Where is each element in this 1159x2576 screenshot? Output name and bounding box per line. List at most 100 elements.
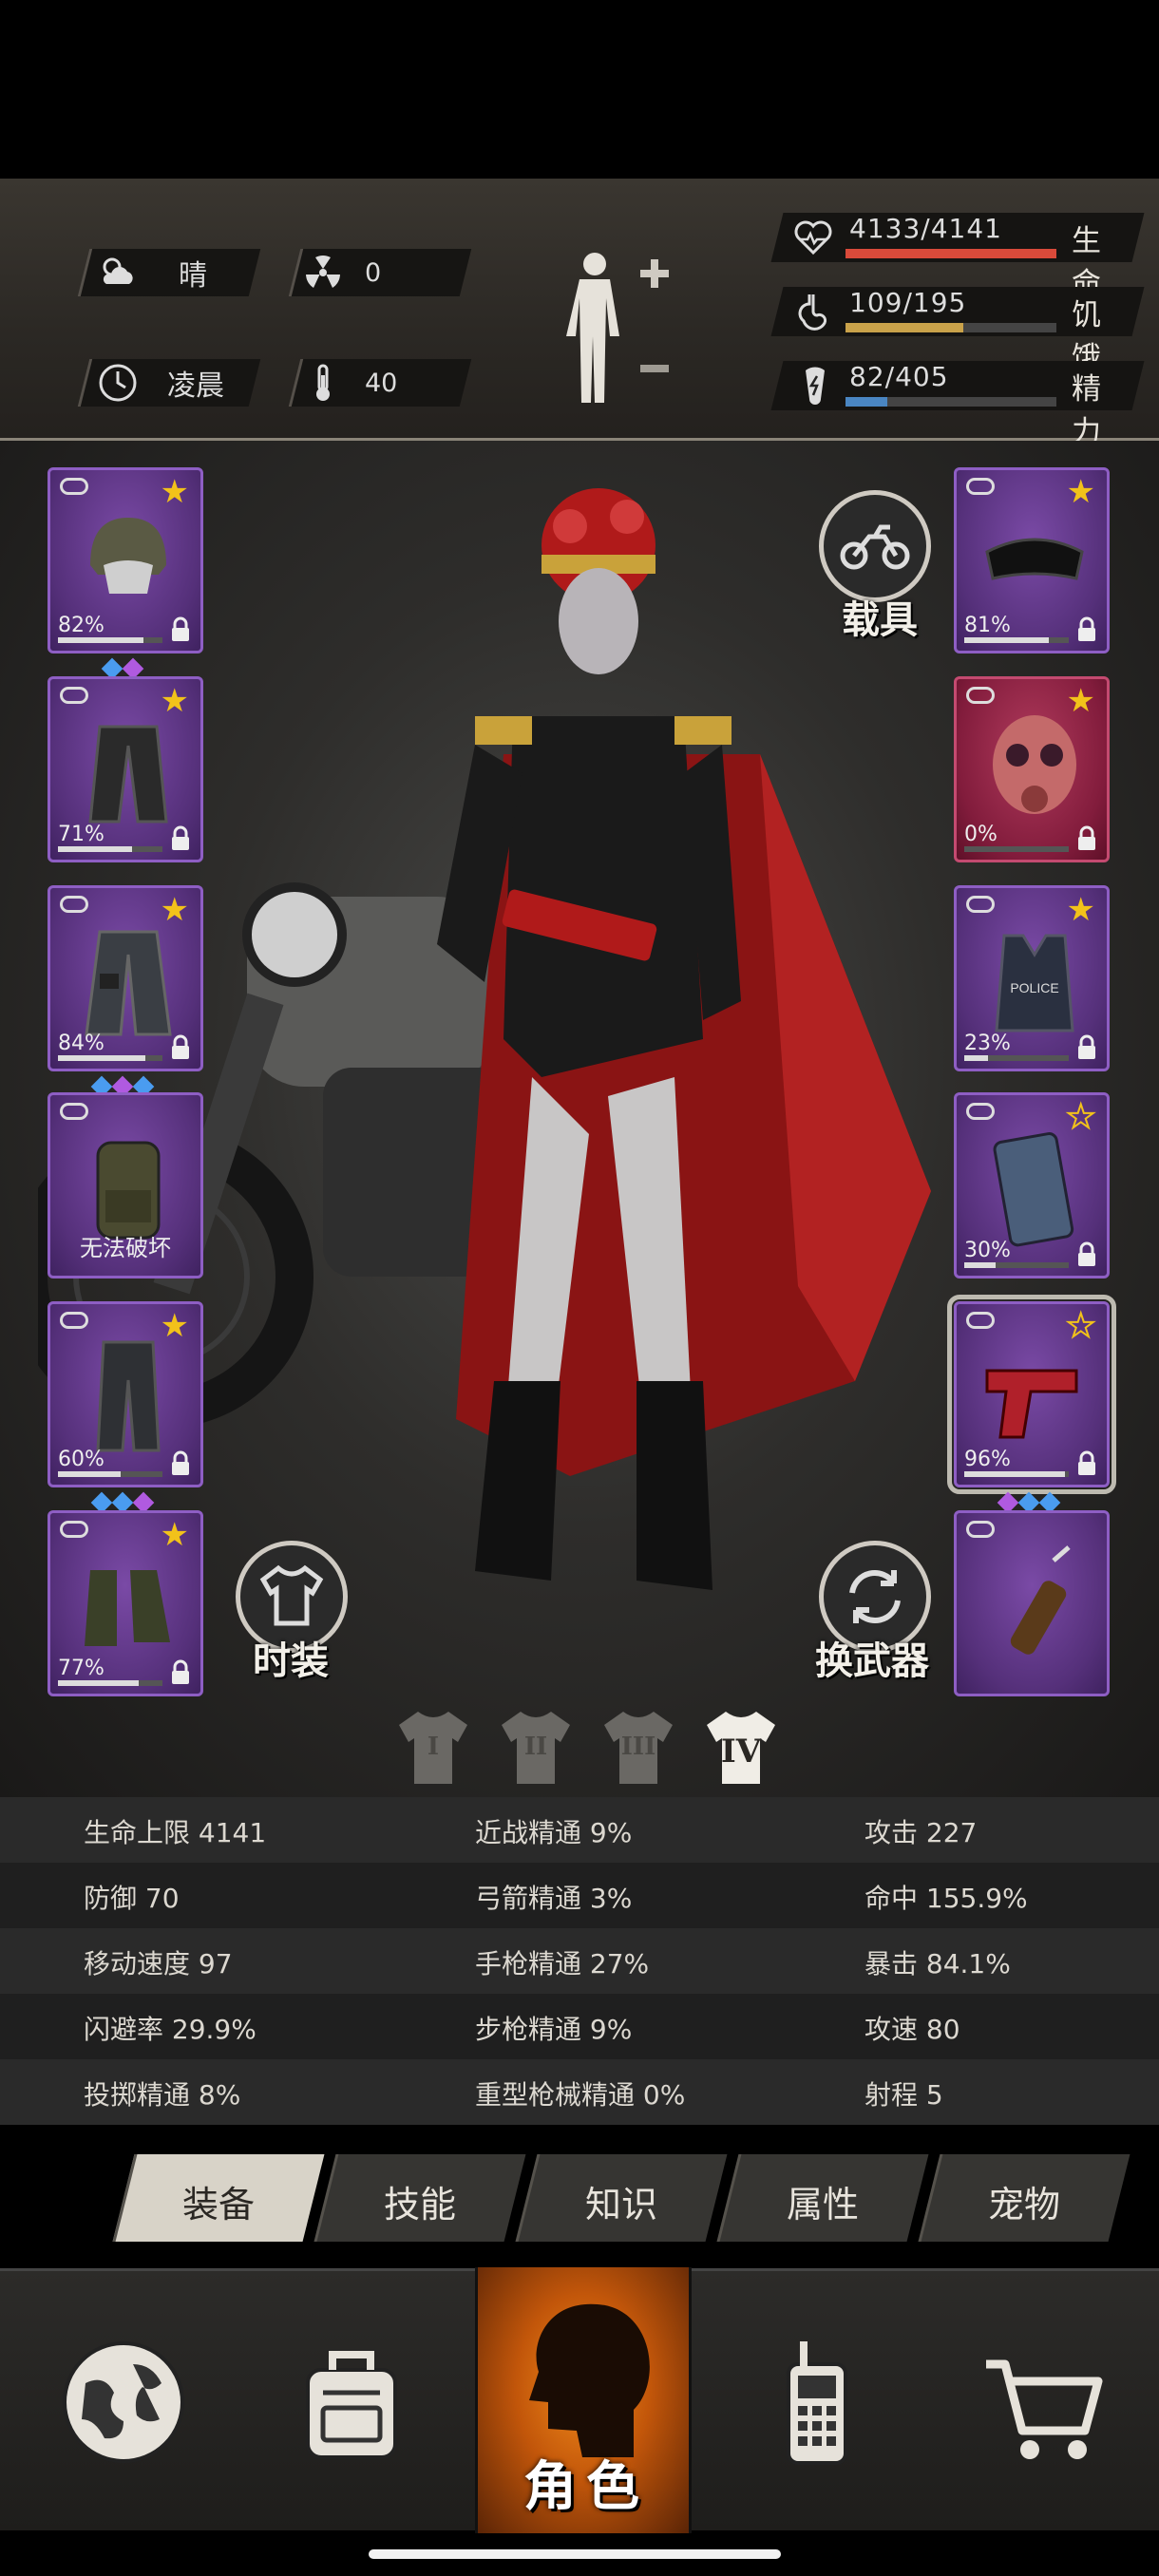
fashion-label: 时装 (253, 1639, 329, 1683)
nav-radio[interactable] (722, 2271, 912, 2533)
durability-bar (58, 1471, 162, 1477)
nav-inventory[interactable] (256, 2271, 446, 2533)
shirt-icon (259, 1564, 324, 1626)
coat-icon (85, 930, 172, 1036)
attribute-cell: 弓箭精通 3% (475, 1883, 633, 1914)
police-vest-icon: POLICE (995, 934, 1074, 1032)
body-condition-button[interactable] (559, 245, 673, 411)
temperature-value: 40 (365, 368, 398, 398)
right-equipment-slot[interactable] (954, 1510, 1110, 1696)
vehicle-label: 载具 (842, 598, 918, 642)
durability-percent: 81% (964, 614, 1011, 637)
outfit-preset-tabs: I II III IV (391, 1704, 783, 1791)
character-view: ★ 82% ★ 71% ★ 84% 无法破坏 ★ 60% ★ 77% ★ 81% ★ 0% ★ POLICE 2… (0, 441, 1159, 1797)
left-slot-gems (90, 1491, 155, 1514)
durability-bar (964, 1055, 1069, 1061)
globe-icon (63, 2341, 184, 2463)
weather-text: 晴 (179, 259, 207, 293)
link-icon (60, 896, 88, 913)
molotov-icon (1010, 1545, 1071, 1655)
health-value: 4133/4141 (849, 213, 1002, 244)
nav-character-label: 角色 (523, 2456, 649, 2518)
right-equipment-slot[interactable]: ★ 0% (954, 676, 1110, 862)
durability-bar (964, 1262, 1069, 1268)
durability-percent: 84% (58, 1032, 104, 1055)
right-equipment-slot[interactable]: ★ POLICE 23% (954, 885, 1110, 1071)
energy-icon (806, 367, 825, 405)
stomach-icon (798, 294, 827, 331)
link-icon (60, 1103, 88, 1120)
swap-icon (849, 1569, 901, 1624)
attribute-cell: 闪避率 29.9% (84, 2014, 256, 2045)
durability-percent: 0% (964, 823, 998, 846)
right-equipment-slot[interactable]: ★ 81% (954, 467, 1110, 653)
durability-bar (58, 846, 162, 852)
energy-fill (846, 397, 888, 407)
left-equipment-slot[interactable]: ★ 77% (48, 1510, 203, 1696)
lock-icon (1078, 1034, 1095, 1059)
clock-icon (99, 364, 137, 402)
outfit-tab-4[interactable]: IV (699, 1704, 783, 1791)
attribute-cell: 生命上限 4141 (84, 1817, 267, 1848)
goggles-icon (985, 538, 1084, 580)
heart-icon (794, 220, 832, 256)
left-equipment-slot[interactable]: ★ 60% (48, 1301, 203, 1487)
attribute-table: 生命上限 4141 近战精通 9% 攻击 227 防御 70 弓箭精通 3% 命中 155… (0, 1797, 1159, 2126)
nav-shop[interactable] (950, 2271, 1140, 2533)
lock-icon (1078, 1241, 1095, 1266)
outfit-tab-2[interactable]: II (494, 1704, 578, 1791)
sub-tab-label: 知识 (584, 2184, 657, 2226)
attribute-row: 生命上限 4141 近战精通 9% 攻击 227 (0, 1797, 1159, 1863)
radiation-indicator: 0 (302, 249, 381, 296)
attribute-cell: 步枪精通 9% (475, 2014, 633, 2045)
attribute-row: 防御 70 弓箭精通 3% 命中 155.9% (0, 1863, 1159, 1928)
right-equipment-slot[interactable]: ★ 30% (954, 1092, 1110, 1279)
nav-character[interactable]: 角色 (475, 2267, 692, 2533)
attribute-row: 投掷精通 8% 重型枪械精通 0% 射程 5 (0, 2059, 1159, 2125)
nav-world-map[interactable] (28, 2271, 218, 2533)
hunger-value: 109/195 (849, 287, 967, 318)
durability-percent: 96% (964, 1448, 1011, 1471)
link-icon (966, 1521, 995, 1538)
radiation-value: 0 (365, 257, 382, 288)
durability-percent: 60% (58, 1448, 104, 1471)
left-equipment-slot[interactable]: ★ 84% (48, 885, 203, 1071)
radiation-icon (306, 256, 340, 288)
energy-value: 82/405 (849, 361, 949, 392)
durability-percent: 82% (58, 614, 104, 637)
character-illustration (437, 488, 931, 1590)
unbreakable-label: 无法破坏 (80, 1235, 171, 1261)
motorcycle-icon (840, 524, 910, 570)
durability-percent: 77% (58, 1657, 104, 1680)
durability-bar (964, 637, 1069, 643)
right-slot-gems (997, 1491, 1061, 1514)
lock-icon (172, 1034, 189, 1059)
link-icon (60, 478, 88, 495)
right-equipment-slot[interactable]: ★ 96% (947, 1295, 1116, 1494)
weather-indicator: 晴 (97, 249, 207, 296)
attribute-cell: 移动速度 97 (84, 1948, 233, 1979)
outfit-tab-3[interactable]: III (597, 1704, 680, 1791)
sub-tab-label: 技能 (383, 2184, 456, 2226)
attribute-cell: 近战精通 9% (475, 1817, 633, 1848)
svg-text:POLICE: POLICE (1010, 980, 1058, 995)
outfit-tab-label: III (620, 1733, 656, 1761)
time-indicator: 凌晨 (97, 359, 224, 407)
attribute-cell: 攻击 227 (864, 1817, 978, 1848)
gas-mask-icon (993, 715, 1076, 814)
backpack-icon (306, 2351, 397, 2459)
outfit-tab-label: II (523, 1733, 548, 1761)
attribute-cell: 命中 155.9% (864, 1883, 1028, 1914)
attribute-cell: 射程 5 (864, 2079, 943, 2111)
left-equipment-slot[interactable]: ★ 71% (48, 676, 203, 862)
cloud-sun-icon (103, 257, 133, 284)
shopping-cart-icon (986, 2359, 1103, 2459)
vehicle-button[interactable] (819, 490, 931, 602)
boots-icon (85, 1570, 170, 1646)
left-equipment-slot[interactable]: 无法破坏 (48, 1092, 203, 1279)
left-equipment-slot[interactable]: ★ 82% (48, 467, 203, 653)
left-slot-gems (101, 657, 144, 680)
temperature-indicator: 40 (302, 359, 397, 407)
riot-shield-icon (993, 1132, 1074, 1247)
outfit-tab-1[interactable]: I (391, 1704, 475, 1791)
